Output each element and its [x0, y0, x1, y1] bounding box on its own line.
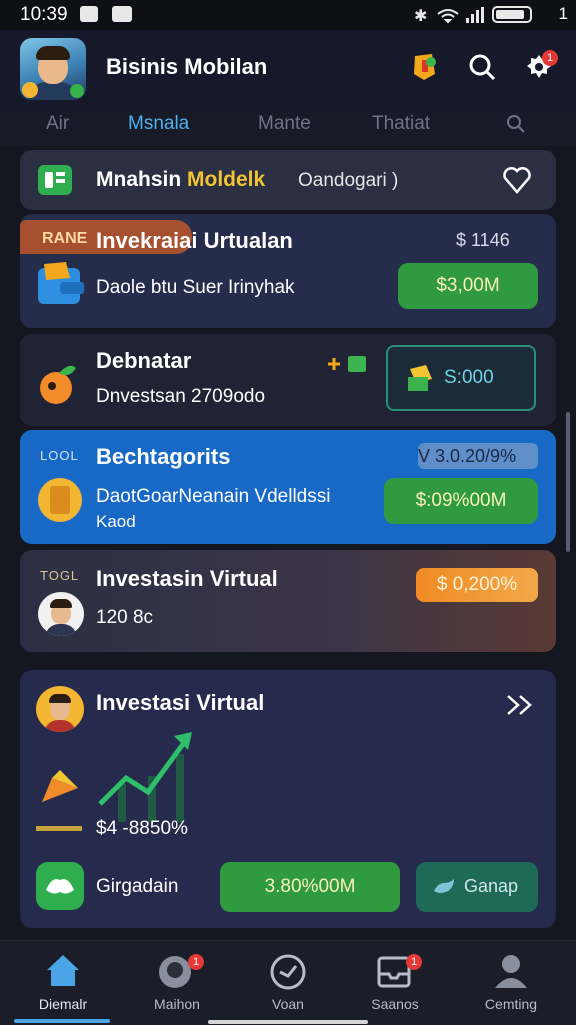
bird-icon — [434, 879, 454, 893]
card3-desc-line2: Kaod — [96, 512, 136, 531]
card1-title: Invekraiai Urtualan — [96, 228, 293, 253]
notification-badge: 1 — [542, 50, 558, 66]
card1-invest-button[interactable]: $3,00M — [398, 263, 538, 309]
nav-label-profile: Cemting — [484, 996, 538, 1012]
card2-button-label: S:000 — [444, 367, 494, 388]
wallet-icon — [38, 262, 84, 304]
home-icon — [47, 955, 79, 986]
cash-icon — [408, 365, 432, 391]
nav-item-inbox[interactable]: 1 — [350, 946, 440, 997]
handshake-icon — [36, 862, 84, 910]
fruit-coin-icon — [40, 365, 76, 404]
card2-title: Debnatar — [96, 348, 192, 373]
nav-label-home: Diemalr — [38, 996, 88, 1012]
compass-icon — [270, 954, 306, 990]
forward-arrows-icon[interactable] — [504, 692, 538, 718]
card3-invest-button[interactable]: $:09%00M — [384, 478, 538, 524]
banner-title-main: Mnahsin — [96, 168, 188, 191]
panel-share-label: Ganap — [464, 876, 519, 896]
gold-coin-icon — [38, 478, 82, 522]
banner-title-highlight: Moldelk — [187, 168, 266, 191]
profile-avatar[interactable] — [20, 38, 86, 100]
banner-title: Mnahsin Moldelk — [96, 168, 265, 192]
nav-label-messages: Maihon — [154, 996, 200, 1012]
shield-reward-icon[interactable] — [410, 52, 440, 82]
menu-grid-icon — [38, 165, 72, 195]
add-calculator-icon[interactable] — [326, 354, 368, 374]
battery-extra: 1 — [558, 4, 568, 23]
wifi-icon — [437, 9, 459, 24]
nav-item-messages[interactable]: 1 — [132, 946, 222, 997]
pencil-icon — [42, 770, 78, 802]
active-nav-indicator — [14, 1019, 110, 1023]
tab-mante[interactable]: Mante — [258, 113, 311, 135]
search-icon[interactable] — [467, 52, 497, 82]
camera-notification-icon — [80, 6, 98, 22]
profile-icon — [495, 955, 527, 988]
card4-title: Investasin Virtual — [96, 566, 278, 591]
card4-desc: 120 8c — [96, 607, 154, 628]
battery-icon — [492, 6, 532, 23]
card4-avatar — [38, 592, 84, 636]
card4-label: TOGL — [40, 568, 80, 583]
panel-chart-value: $4 -8850% — [96, 818, 188, 839]
card3-desc: DaotGoarNeanain Vdelldssi — [96, 486, 331, 507]
app-title: Bisinis Mobilan — [106, 54, 268, 79]
panel-action-label: Girgadain — [96, 876, 179, 897]
panel-title: Investasi Virtual — [96, 690, 265, 715]
scrollbar[interactable] — [566, 412, 570, 552]
card3-title: Bechtagorits — [96, 444, 231, 469]
nav-messages-badge: 1 — [188, 954, 204, 970]
divider-line — [36, 826, 82, 831]
card3-percentage-badge: V 3.0.20/9% — [418, 443, 538, 469]
bluetooth-icon: ✱ — [414, 6, 427, 24]
tab-search-icon[interactable] — [506, 114, 526, 134]
panel-invest-button[interactable]: 3.80%00M — [220, 862, 400, 912]
nav-label-inbox: Saanos — [371, 996, 419, 1012]
panel-avatar — [36, 686, 84, 732]
settings-button[interactable]: 1 — [524, 50, 558, 84]
tab-thatiat[interactable]: Thatiat — [372, 113, 430, 135]
banner-subtitle: Oandogari ) — [298, 170, 399, 191]
card1-amount: $ 1146 — [456, 230, 510, 250]
card3-label: LOOL — [40, 448, 79, 463]
heart-icon[interactable] — [502, 165, 532, 195]
card2-invest-button[interactable]: S:000 — [386, 345, 536, 411]
nav-label-explore: Voan — [272, 996, 304, 1012]
gallery-notification-icon — [112, 6, 132, 22]
nav-item-profile[interactable] — [466, 946, 556, 997]
panel-share-button[interactable]: Ganap — [416, 862, 538, 912]
card4-invest-button[interactable]: $ 0,200% — [416, 568, 538, 602]
tab-msnala[interactable]: Msnala — [128, 113, 189, 135]
card2-desc: Dnvestsan 2709odo — [96, 386, 266, 407]
growth-chart-icon — [98, 732, 192, 822]
nav-inbox-badge: 1 — [406, 954, 422, 970]
signal-icons: ✱ — [414, 6, 484, 24]
tab-air[interactable]: Air — [46, 113, 69, 135]
ribbon-label: RANE — [42, 230, 88, 247]
home-gesture-bar[interactable] — [208, 1020, 368, 1024]
status-time: 10:39 — [20, 4, 68, 25]
card1-desc: Daole btu Suer Irinyhak — [96, 277, 295, 298]
nav-item-explore[interactable] — [243, 946, 333, 997]
nav-item-home[interactable] — [18, 946, 108, 995]
